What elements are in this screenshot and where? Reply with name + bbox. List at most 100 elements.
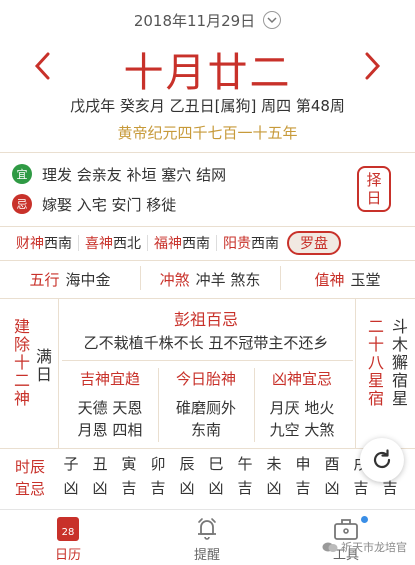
shichen-label-2: 宜忌 — [14, 480, 45, 498]
shichen-luck: 吉 — [121, 479, 137, 497]
shichen-branch: 卯 — [150, 455, 166, 473]
shichen-branch: 酉 — [324, 455, 340, 473]
chongsha-cell: 冲煞 冲羊 煞东 — [140, 262, 280, 296]
god-key: 财神 — [16, 236, 44, 252]
god-key: 福神 — [154, 236, 182, 252]
jishen-line-1: 天德 天恩 — [77, 399, 143, 417]
taishen-line-2: 东南 — [190, 421, 221, 439]
jishen-line-2: 月恩 四相 — [77, 421, 143, 439]
taishen-line-1: 碓磨厕外 — [175, 399, 236, 417]
zeri-label-1: 择 — [366, 171, 382, 189]
xiongshen-column: 凶神宜忌 月厌 地火 九空 大煞 — [254, 368, 350, 441]
god-fu: 福神 西南 — [154, 233, 217, 253]
divider — [58, 298, 59, 448]
chongsha-key: 冲煞 — [159, 270, 190, 289]
wuxing-value: 海中金 — [65, 270, 111, 289]
shichen-item: 巳凶 — [203, 452, 229, 500]
shichen-item: 寅吉 — [116, 452, 142, 500]
shichen-item: 午吉 — [232, 452, 258, 500]
wuxing-key: 五行 — [29, 270, 60, 289]
god-value: 西南 — [182, 236, 210, 252]
bell-icon — [167, 514, 247, 544]
yi-text: 理发 会亲友 补垣 塞穴 结网 — [42, 165, 227, 184]
god-value: 西北 — [113, 236, 141, 252]
shichen-section: 时辰 宜忌 子凶 丑凶 寅吉 卯吉 辰凶 巳凶 午吉 未凶 申吉 酉凶 戌吉 亥… — [0, 450, 415, 506]
luopan-button[interactable]: 罗盘 — [287, 231, 341, 255]
pengzu-text: 乙不栽植千株不长 丑不冠带主不还乡 — [83, 334, 329, 352]
shichen-branch: 子 — [63, 455, 79, 473]
chevron-down-icon[interactable] — [263, 11, 282, 29]
shichen-luck: 吉 — [150, 479, 166, 497]
shichen-branch: 丑 — [92, 455, 108, 473]
tab-calendar[interactable]: 28 日历 — [28, 514, 108, 563]
shichen-luck: 凶 — [266, 479, 282, 497]
xiongshen-line-1: 月厌 地火 — [269, 399, 335, 417]
divider — [140, 266, 141, 290]
ji-text: 嫁娶 入宅 安门 移徙 — [42, 195, 177, 214]
separator — [147, 235, 148, 251]
lunar-date-row: 十月廿二 — [0, 38, 415, 96]
divider — [280, 266, 281, 290]
refresh-icon[interactable] — [360, 438, 404, 482]
divider — [0, 152, 415, 153]
shichen-luck: 吉 — [237, 479, 253, 497]
tab-label: 提醒 — [193, 548, 220, 563]
yi-row: 宜 理发 会亲友 补垣 塞穴 结网 — [12, 162, 226, 186]
taishen-title: 今日胎神 — [175, 370, 236, 388]
xingxiu-title: 二十八星宿 — [365, 318, 384, 408]
divider — [0, 226, 415, 227]
notification-dot — [361, 516, 368, 523]
watermark-text: 祈天市龙培官 — [341, 541, 407, 554]
ji-badge: 忌 — [12, 194, 32, 214]
zhishen-cell: 值神 玉堂 — [280, 262, 415, 296]
shichen-item: 酉凶 — [319, 452, 345, 500]
shichen-branch: 寅 — [121, 455, 137, 473]
yi-badge: 宜 — [12, 164, 32, 184]
divider — [355, 298, 356, 448]
shichen-luck: 凶 — [208, 479, 224, 497]
shichen-luck: 凶 — [324, 479, 340, 497]
shichen-label: 时辰 宜忌 — [10, 456, 50, 500]
ganzhi-info: 戊戌年 癸亥月 乙丑日[属狗] 周四 第48周 — [70, 97, 345, 115]
god-value: 西南 — [44, 236, 72, 252]
current-date: 2018年11月29日 — [133, 11, 256, 30]
shichen-item: 申吉 — [290, 452, 316, 500]
pengzu-title: 彭祖百忌 — [173, 310, 238, 329]
shichen-label-1: 时辰 — [14, 458, 45, 476]
chevron-right-icon[interactable] — [353, 46, 393, 86]
calendar-icon: 28 — [28, 514, 108, 544]
god-xi: 喜神 西北 — [85, 233, 148, 253]
god-value: 西南 — [251, 236, 279, 252]
divider — [62, 360, 353, 361]
tab-bar: 28 日历 提醒 工具 祈天市龙培官 — [0, 509, 415, 565]
divider — [0, 260, 415, 261]
shichen-branch: 辰 — [179, 455, 195, 473]
calendar-day: 28 — [57, 517, 79, 541]
huangdi-era: 黄帝纪元四千七百一十五年 — [117, 124, 298, 142]
wuxing-cell: 五行 海中金 — [0, 262, 140, 296]
shichen-luck: 吉 — [295, 479, 311, 497]
shichen-item: 子凶 — [58, 452, 84, 500]
shichen-item: 辰凶 — [174, 452, 200, 500]
ji-row: 忌 嫁娶 入宅 安门 移徙 — [12, 192, 176, 216]
shichen-luck: 凶 — [179, 479, 195, 497]
shichen-luck: 吉 — [353, 479, 369, 497]
date-selector[interactable]: 2018年11月29日 — [0, 8, 415, 32]
zeri-label-2: 日 — [366, 189, 382, 207]
zhishen-value: 玉堂 — [350, 270, 381, 289]
god-key: 喜神 — [85, 236, 113, 252]
shichen-item: 卯吉 — [145, 452, 171, 500]
xiongshen-line-2: 九空 大煞 — [269, 421, 335, 439]
shichen-branch: 未 — [266, 455, 282, 473]
divider — [0, 448, 415, 449]
taishen-column: 今日胎神 碓磨厕外 东南 — [158, 368, 254, 441]
chongsha-value: 冲羊 煞东 — [195, 270, 261, 289]
shichen-branch: 巳 — [208, 455, 224, 473]
shichen-luck: 凶 — [92, 479, 108, 497]
divider — [0, 298, 415, 299]
tab-label: 日历 — [54, 548, 81, 563]
zeri-button[interactable]: 择 日 — [357, 166, 391, 212]
tab-reminder[interactable]: 提醒 — [167, 514, 247, 563]
shichen-luck: 凶 — [63, 479, 79, 497]
yiji-section: 宜 理发 会亲友 补垣 塞穴 结网 忌 嫁娶 入宅 安门 移徙 择 日 — [0, 158, 415, 224]
